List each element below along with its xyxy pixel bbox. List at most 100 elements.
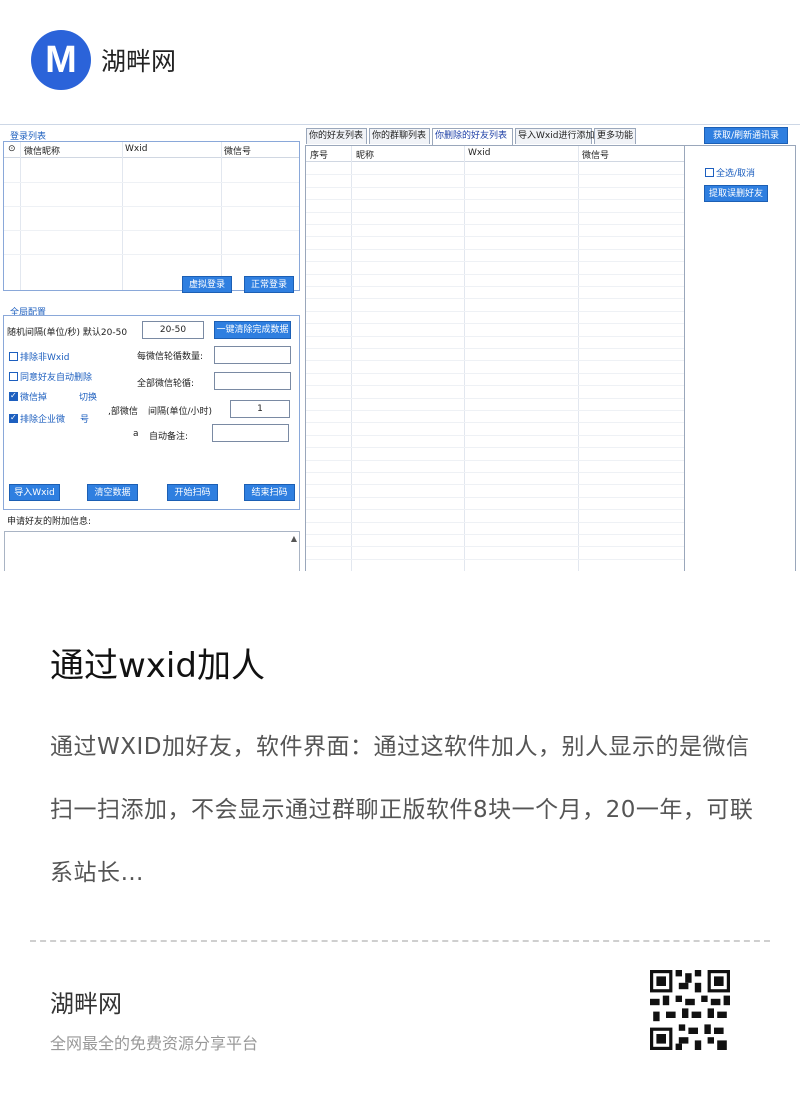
right-col-wechat-id: 微信号 xyxy=(582,151,610,161)
virtual-login-button[interactable]: 虚拟登录 xyxy=(182,276,232,293)
right-tools-panel: 全选/取消 提取误删好友 xyxy=(685,145,796,571)
software-screenshot: 登录列表 ⊙ 微信昵称 Wxid 微信号 虚拟登录 正常登录 全局配置 随机间隔… xyxy=(0,124,800,571)
normal-login-button[interactable]: 正常登录 xyxy=(244,276,294,293)
table-row xyxy=(306,447,684,449)
auto-note-label-b: 自动备注: xyxy=(149,432,189,442)
tab-group-list[interactable]: 你的群聊列表 xyxy=(369,128,430,144)
login-col-nickname: 微信昵称 xyxy=(24,147,61,157)
article-title[interactable]: 通过wxid加人 xyxy=(50,638,265,687)
login-table-header: ⊙ 微信昵称 Wxid 微信号 xyxy=(4,142,299,158)
login-col-wechat-id: 微信号 xyxy=(224,147,252,157)
select-all-checkbox[interactable]: 全选/取消 xyxy=(705,166,755,179)
end-scan-button[interactable]: 结束扫码 xyxy=(244,484,295,501)
checkbox-box[interactable] xyxy=(9,413,18,423)
grid-line xyxy=(4,230,299,231)
table-row xyxy=(306,248,684,250)
checkbox-box[interactable] xyxy=(9,391,18,401)
table-row xyxy=(306,199,684,201)
qr-code-icon xyxy=(650,970,730,1050)
login-list-table: ⊙ 微信昵称 Wxid 微信号 虚拟登录 正常登录 xyxy=(3,141,300,293)
rotation-interval-label-a: ,部微信 xyxy=(108,407,138,417)
grid-line xyxy=(4,182,299,183)
table-row xyxy=(306,397,684,399)
right-col-wxid: Wxid xyxy=(468,148,491,158)
tab-friend-list[interactable]: 你的好友列表 xyxy=(306,128,367,144)
table-row xyxy=(306,434,684,436)
table-row xyxy=(306,261,684,263)
friend-info-textarea[interactable]: ▲ xyxy=(4,531,300,571)
auto-note-label-a: a xyxy=(133,429,139,439)
friend-info-label: 申请好友的附加信息: xyxy=(7,517,92,527)
grid-line xyxy=(464,146,465,571)
exclude-non-wxid-label: 排除非Wxid xyxy=(20,353,70,363)
per-rotation-input[interactable] xyxy=(214,346,291,364)
exclude-enterprise-checkbox[interactable]: 排除企业微 xyxy=(9,412,65,425)
table-row xyxy=(306,310,684,312)
table-row xyxy=(306,211,684,213)
table-row xyxy=(306,459,684,461)
scroll-up-icon[interactable]: ▲ xyxy=(291,534,297,543)
wechat-switch-checkbox[interactable]: 微信掉 xyxy=(9,390,47,403)
exclude-non-wxid-checkbox[interactable]: 排除非Wxid xyxy=(9,350,69,363)
table-row xyxy=(306,472,684,473)
site-header: M 湖畔网 xyxy=(0,0,800,120)
table-row xyxy=(306,286,684,287)
table-row xyxy=(306,323,684,325)
table-row xyxy=(306,534,684,535)
auto-delete-checkbox[interactable]: 同意好友自动删除 xyxy=(9,370,92,383)
auto-note-input[interactable] xyxy=(212,424,289,442)
rotation-interval-label-b: 间隔(单位/小时) xyxy=(148,407,213,417)
interval-label: 随机间隔(单位/秒) 默认20-50 xyxy=(7,328,128,338)
grid-line xyxy=(351,146,352,571)
footer-site-name: 湖畔网 xyxy=(50,990,122,1018)
table-row xyxy=(306,509,684,511)
table-row xyxy=(306,372,684,374)
checkbox-box[interactable] xyxy=(9,352,18,361)
auto-delete-label: 同意好友自动删除 xyxy=(20,373,93,383)
wechat-switch-label-2: 切换 xyxy=(79,393,98,403)
grid-line xyxy=(578,146,579,571)
rotation-interval-input[interactable]: 1 xyxy=(230,400,290,418)
right-col-index: 序号 xyxy=(310,151,329,161)
grid-line xyxy=(221,142,222,290)
checkbox-box[interactable] xyxy=(9,372,18,381)
clear-data-button[interactable]: 清空数据 xyxy=(87,484,138,501)
all-rotation-label: 全部微信轮循: xyxy=(137,379,195,389)
table-row xyxy=(306,521,684,523)
extract-deleted-button[interactable]: 提取误删好友 xyxy=(704,185,768,202)
all-rotation-input[interactable] xyxy=(214,372,291,390)
grid-line xyxy=(4,254,299,255)
site-logo[interactable]: M xyxy=(31,30,91,90)
grid-line xyxy=(4,206,299,207)
clear-completed-button[interactable]: 一键清除完成数据 xyxy=(214,321,291,339)
fetch-contacts-button[interactable]: 获取/刷新通讯录 xyxy=(704,127,788,144)
grid-line xyxy=(122,142,123,290)
article-description: 通过WXID加好友，软件界面：通过这软件加人，别人显示的是微信扫一扫添加，不会显… xyxy=(50,734,754,886)
tab-import-wxid[interactable]: 导入Wxid进行添加 xyxy=(515,128,594,144)
grid-line xyxy=(20,142,21,290)
login-col-wxid: Wxid xyxy=(125,144,148,154)
table-row xyxy=(306,422,684,424)
site-name[interactable]: 湖畔网 xyxy=(101,42,176,78)
exclude-enterprise-label: 排除企业微 xyxy=(20,415,66,425)
per-rotation-label: 每微信轮循数量: xyxy=(137,352,204,362)
right-table-header: 序号 昵称 Wxid 微信号 xyxy=(306,146,684,162)
table-row xyxy=(306,174,684,176)
start-scan-button[interactable]: 开始扫码 xyxy=(167,484,218,501)
table-row xyxy=(306,224,684,225)
tab-deleted-friends[interactable]: 你删除的好友列表 xyxy=(432,128,513,145)
select-all-label: 全选/取消 xyxy=(716,169,756,179)
deleted-friends-table: 序号 昵称 Wxid 微信号 xyxy=(305,145,685,571)
exclude-enterprise-label-2: 号 xyxy=(80,415,90,425)
table-row xyxy=(306,360,684,362)
table-row xyxy=(306,273,684,275)
tab-more-functions[interactable]: 更多功能 xyxy=(594,128,636,144)
import-wxid-button[interactable]: 导入Wxid xyxy=(9,484,60,501)
footer-subtitle: 全网最全的免费资源分享平台 xyxy=(50,1034,259,1053)
table-row xyxy=(306,385,684,387)
checkbox-box[interactable] xyxy=(705,168,714,177)
interval-input[interactable]: 20-50 xyxy=(142,321,204,339)
table-row xyxy=(306,186,684,188)
table-row xyxy=(306,496,684,498)
table-row xyxy=(306,546,684,548)
